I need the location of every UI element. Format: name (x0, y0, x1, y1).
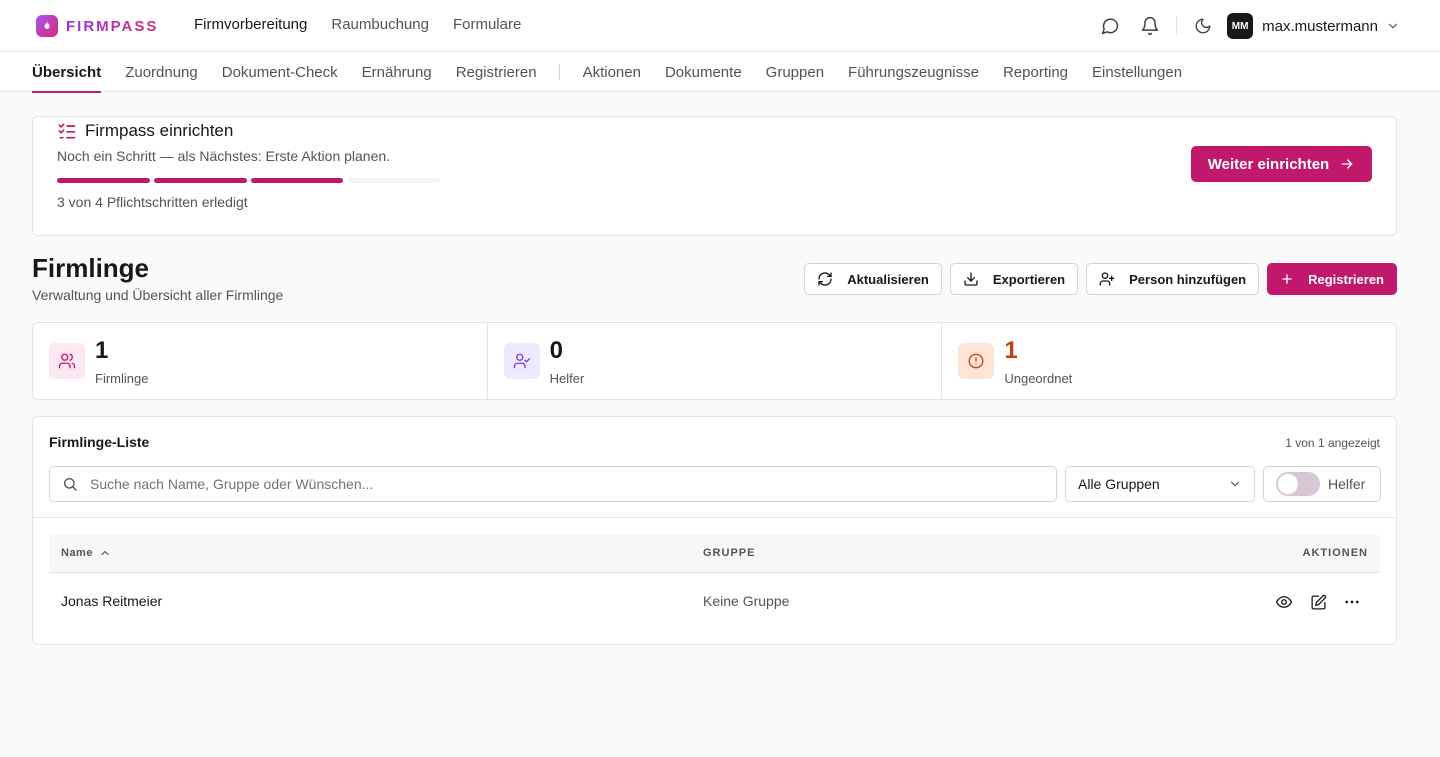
tab-reporting[interactable]: Reporting (1003, 52, 1068, 92)
row-actions (1272, 590, 1364, 614)
switch-knob (1278, 474, 1298, 494)
sort-asc-icon (99, 547, 111, 559)
page-actions: Aktualisieren Exportieren Person hinzufü… (804, 263, 1397, 295)
setup-title: Firmpass einrichten (57, 121, 233, 141)
column-name-header[interactable]: Name (61, 547, 111, 559)
app-logo[interactable]: FIRMPASS (36, 15, 158, 37)
continue-setup-button[interactable]: Weiter einrichten (1191, 146, 1372, 182)
row-group: Keine Gruppe (703, 593, 790, 609)
divider (1176, 16, 1178, 36)
stats-panel: 1 Firmlinge 0 Helfer 1 Ungeordnet (32, 322, 1397, 400)
list-count: 1 von 1 angezeigt (1285, 436, 1380, 450)
setup-progress-bar (57, 178, 440, 183)
chevron-down-icon[interactable] (1386, 19, 1400, 33)
register-label: Registrieren (1308, 271, 1384, 287)
moon-icon[interactable] (1189, 12, 1217, 40)
page-title: Firmlinge (32, 253, 150, 283)
nav-firmvorbereitung[interactable]: Firmvorbereitung (194, 16, 307, 33)
setup-card: Firmpass einrichten Noch ein Schritt — a… (32, 116, 1397, 236)
table-row[interactable]: Jonas Reitmeier Keine Gruppe (49, 574, 1380, 628)
bell-icon[interactable] (1136, 12, 1164, 40)
page-subtitle: Verwaltung und Übersicht aller Firmlinge (32, 287, 284, 303)
avatar[interactable]: MM (1227, 13, 1254, 39)
column-group-header: GRUPPE (703, 547, 756, 559)
divider (33, 517, 1396, 518)
users-icon (49, 343, 85, 379)
progress-segment (250, 178, 344, 183)
main-nav: Firmvorbereitung Raumbuchung Formulare (194, 16, 521, 33)
tab-aktionen[interactable]: Aktionen (583, 52, 641, 92)
tab-uebersicht[interactable]: Übersicht (32, 52, 102, 93)
helper-toggle[interactable]: Helfer (1263, 466, 1381, 502)
search-icon (62, 476, 78, 492)
column-actions-header: AKTIONEN (1302, 547, 1368, 559)
firmlinge-list-card: Firmlinge-Liste 1 von 1 angezeigt Alle G… (32, 416, 1397, 645)
add-person-label: Person hinzufügen (1129, 271, 1247, 287)
username[interactable]: max.mustermann (1262, 18, 1378, 35)
progress-segment (347, 178, 440, 183)
search-input[interactable] (90, 476, 990, 492)
tab-registrieren[interactable]: Registrieren (456, 52, 537, 92)
refresh-label: Aktualisieren (847, 271, 929, 287)
progress-segment (153, 178, 247, 183)
setup-count: 3 von 4 Pflichtschritten erledigt (57, 194, 248, 210)
chat-icon[interactable] (1096, 12, 1124, 40)
tab-ernaehrung[interactable]: Ernährung (362, 52, 432, 92)
row-name[interactable]: Jonas Reitmeier (61, 593, 162, 609)
column-name-label: Name (61, 547, 93, 559)
stat-firmlinge: 1 Firmlinge (33, 323, 487, 399)
flame-icon (36, 15, 58, 37)
tab-dokumente[interactable]: Dokumente (665, 52, 742, 92)
refresh-button[interactable]: Aktualisieren (804, 263, 942, 295)
stat-value: 1 (95, 337, 109, 364)
setup-title-text: Firmpass einrichten (85, 121, 234, 140)
export-button[interactable]: Exportieren (949, 263, 1079, 295)
export-label: Exportieren (992, 271, 1066, 287)
sub-nav: Übersicht Zuordnung Dokument-Check Ernäh… (0, 52, 1440, 93)
group-select[interactable]: Alle Gruppen (1065, 466, 1255, 502)
tab-dokument-check[interactable]: Dokument-Check (222, 52, 338, 92)
stat-label: Helfer (549, 371, 585, 386)
progress-segment (57, 178, 150, 183)
nav-formulare[interactable]: Formulare (453, 16, 521, 33)
stat-ungeordnet: 1 Ungeordnet (941, 323, 1396, 399)
table-header: Name GRUPPE AKTIONEN (49, 535, 1380, 573)
stat-value: 1 (1004, 337, 1018, 364)
chevron-down-icon (1228, 477, 1242, 491)
stat-value: 0 (549, 337, 564, 364)
edit-icon[interactable] (1306, 590, 1330, 614)
continue-setup-label: Weiter einrichten (1207, 155, 1330, 173)
tab-divider (558, 64, 560, 80)
user-check-icon (503, 343, 540, 379)
stat-label: Ungeordnet (1004, 371, 1073, 386)
tab-einstellungen[interactable]: Einstellungen (1092, 52, 1182, 92)
group-select-value: Alle Gruppen (1078, 476, 1160, 492)
refresh-icon (817, 271, 847, 287)
helper-toggle-label: Helfer (1328, 476, 1366, 492)
tab-gruppen[interactable]: Gruppen (766, 52, 824, 92)
stat-label: Firmlinge (95, 371, 149, 386)
tab-zuordnung[interactable]: Zuordnung (125, 52, 198, 92)
nav-raumbuchung[interactable]: Raumbuchung (331, 16, 429, 33)
plus-icon (1280, 272, 1308, 286)
checklist-icon (57, 121, 85, 141)
search-field[interactable] (49, 466, 1057, 502)
add-person-button[interactable]: Person hinzufügen (1086, 263, 1260, 295)
eye-icon[interactable] (1272, 590, 1296, 614)
top-bar: FIRMPASS Firmvorbereitung Raumbuchung Fo… (0, 0, 1440, 52)
list-title: Firmlinge-Liste (49, 434, 150, 450)
setup-subtitle: Noch ein Schritt — als Nächstes: Erste A… (57, 148, 391, 164)
top-right-controls: MM max.mustermann (1096, 12, 1400, 40)
download-icon (963, 271, 993, 287)
more-horizontal-icon[interactable] (1340, 590, 1364, 614)
app-name: FIRMPASS (66, 17, 159, 35)
helper-switch[interactable] (1276, 472, 1320, 496)
register-button[interactable]: Registrieren (1267, 263, 1397, 295)
tab-fuehrungszeugnisse[interactable]: Führungszeugnisse (848, 52, 979, 92)
stat-helfer: 0 Helfer (486, 323, 942, 399)
alert-circle-icon (958, 343, 995, 379)
arrow-right-icon (1339, 156, 1355, 172)
user-plus-icon (1099, 271, 1129, 287)
